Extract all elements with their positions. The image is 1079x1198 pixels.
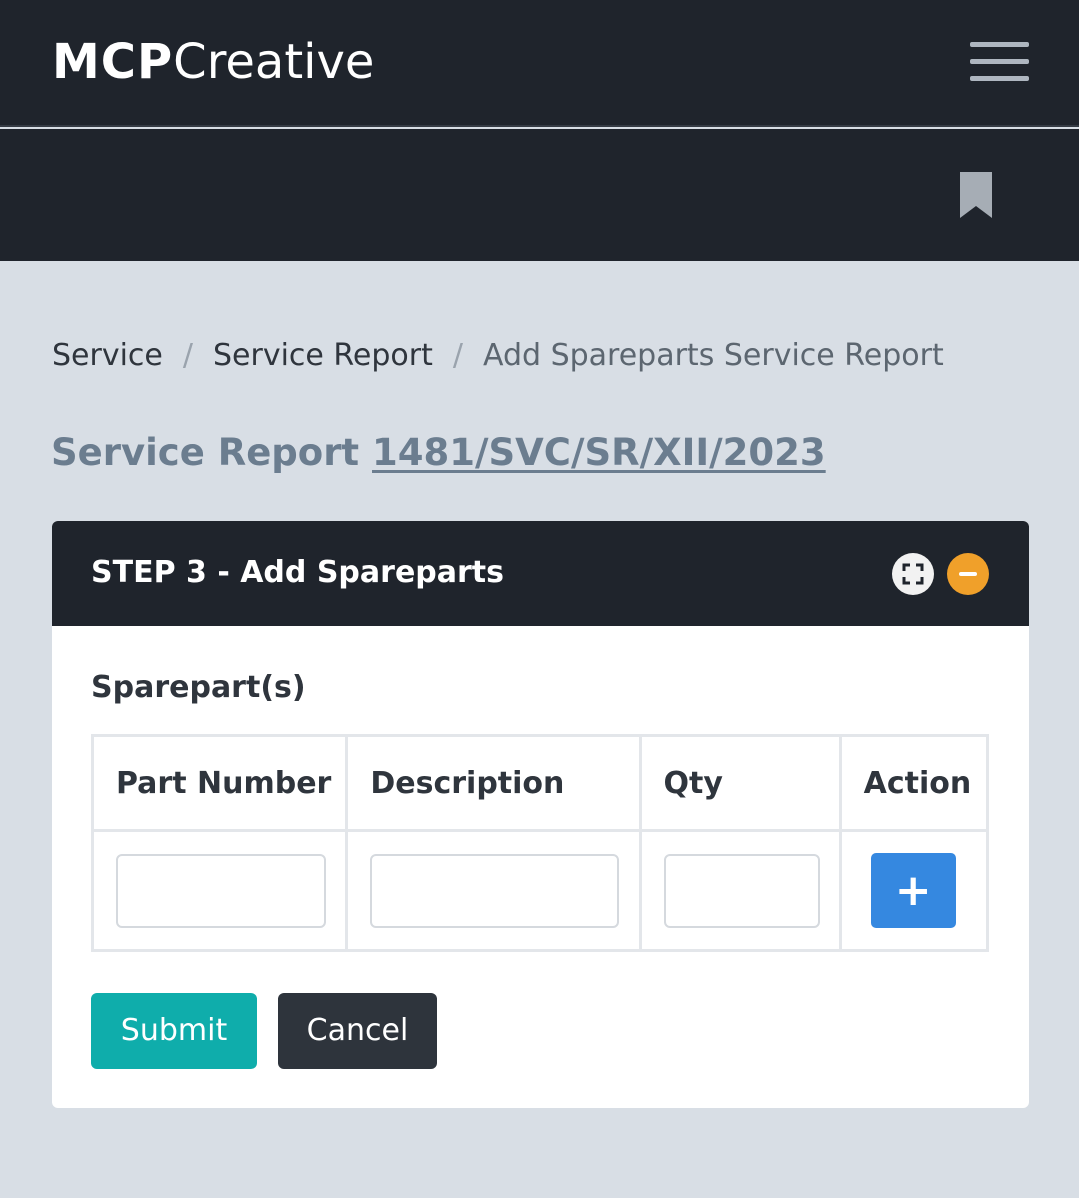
fullscreen-button[interactable]	[892, 553, 934, 595]
report-number-link[interactable]: 1481/SVC/SR/XII/2023	[372, 431, 826, 474]
add-row-button[interactable]: +	[870, 853, 956, 928]
spareparts-table: Part Number Description Qty Action +	[90, 734, 990, 952]
qty-input[interactable]	[663, 853, 820, 928]
breadcrumb-current: Add Spareparts Service Report	[482, 338, 944, 373]
cancel-button[interactable]: Cancel	[278, 993, 437, 1069]
sub-navbar	[0, 129, 1079, 261]
qty-cell	[638, 829, 842, 952]
brand-logo[interactable]: MCPCreative	[52, 30, 374, 94]
breadcrumb-item-service-report[interactable]: Service Report	[213, 338, 433, 373]
breadcrumb-item-service[interactable]: Service	[52, 338, 163, 373]
table-header-row: Part Number Description Qty Action	[90, 734, 990, 832]
top-navbar: MCPCreative	[0, 0, 1079, 127]
spareparts-label: Sparepart(s)	[91, 670, 306, 705]
description-cell	[345, 829, 642, 952]
brand-light-text: Creative	[173, 34, 375, 90]
page-title: Service Report 1481/SVC/SR/XII/2023	[51, 425, 826, 481]
column-header-action: Action	[838, 734, 990, 832]
card-header: STEP 3 - Add Spareparts	[52, 521, 1029, 626]
breadcrumb: Service / Service Report / Add Spareparts Se…	[52, 332, 944, 380]
brand-bold-text: MCP	[52, 34, 174, 90]
column-header-qty: Qty	[638, 734, 842, 832]
part-number-cell	[90, 829, 349, 952]
action-cell: +	[838, 829, 990, 952]
page-title-label: Service Report	[51, 431, 360, 474]
breadcrumb-separator: /	[452, 338, 463, 373]
column-header-part-number: Part Number	[90, 734, 349, 832]
description-input[interactable]	[370, 853, 620, 928]
hamburger-menu-icon[interactable]	[970, 42, 1029, 82]
card-title: STEP 3 - Add Spareparts	[91, 555, 504, 590]
fullscreen-icon	[902, 563, 924, 585]
part-number-input[interactable]	[116, 853, 326, 928]
collapse-button[interactable]	[947, 553, 989, 595]
bookmark-icon[interactable]	[958, 172, 994, 218]
submit-button[interactable]: Submit	[91, 993, 257, 1069]
spareparts-card: STEP 3 - Add Spareparts Sparepart(s) Par…	[52, 521, 1029, 1108]
table-row: +	[90, 829, 990, 952]
column-header-description: Description	[345, 734, 642, 832]
breadcrumb-separator: /	[182, 338, 193, 373]
